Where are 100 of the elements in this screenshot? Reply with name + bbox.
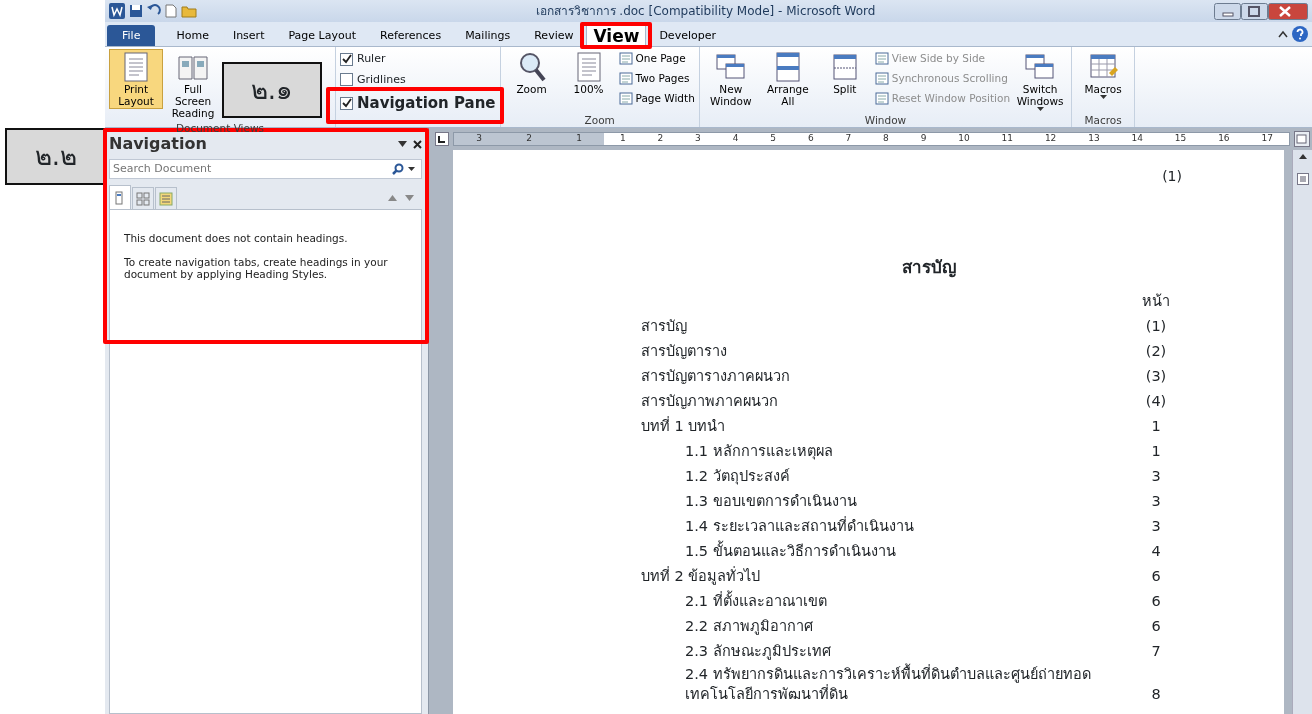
checkbox[interactable]: Navigation Pane (340, 90, 496, 117)
page-reference: 8 (1150, 684, 1162, 704)
restore-button[interactable] (1241, 2, 1268, 20)
ruler-number: 4 (732, 132, 739, 146)
toc-entry: บทที่ 2 ข้อมูลทั่วไป (641, 565, 762, 587)
toc-entry: 1.5 ขั้นตอนและวิธีการดำเนินงาน (684, 539, 897, 561)
ruler-number: 10 (958, 132, 970, 146)
ribbon-button[interactable]: Page Width (618, 88, 695, 109)
group-label: Window (863, 113, 908, 127)
ribbon-tab[interactable]: Insert (221, 25, 276, 46)
message-text: To create navigation tabs, create headings in your document by applying Heading Styles. (124, 256, 389, 280)
ruler-number: 1 (619, 132, 626, 146)
ruler-number: 7 (845, 132, 852, 146)
pane-title: Navigation (109, 133, 208, 155)
ribbon-tab[interactable]: File (107, 25, 156, 46)
ribbon-button[interactable]: Full Screen Reading (166, 49, 220, 121)
ribbon-tab[interactable]: Home (165, 25, 220, 46)
page-reference: 3 (1150, 491, 1162, 511)
page-reference: 1 (1150, 416, 1162, 436)
checkmark-icon (341, 98, 352, 109)
toc-entry: สารบัญภาพภาคผนวก (641, 391, 779, 411)
page-reference: 6 (1150, 591, 1162, 611)
page-reference: (4) (1144, 391, 1168, 411)
toc-entry: 2.2 สภาพภูมิอากาศ (684, 616, 814, 637)
ribbon-tab[interactable]: Mailings (454, 25, 522, 46)
ruler-number: 16 (1218, 132, 1230, 146)
ruler-number: 12 (1044, 132, 1057, 146)
pane-tab[interactable] (109, 185, 131, 209)
ribbon-tab[interactable]: References (369, 25, 453, 46)
page-reference: 7 (1150, 641, 1162, 661)
page-reference: (2) (1144, 341, 1168, 361)
ruler-number: 1 (576, 132, 582, 146)
checkbox[interactable]: Ruler (340, 49, 496, 70)
ruler-number: 3 (695, 132, 701, 146)
collapse-ribbon-icon[interactable] (1278, 30, 1288, 38)
ruler-number: 11 (1001, 132, 1014, 146)
toc-entry: 2.3 ลักษณะภูมิประเทศ (684, 641, 832, 662)
page-icon (618, 72, 633, 86)
thumbnails-icon (136, 191, 150, 206)
document-heading: สารบัญ (900, 256, 957, 280)
ruler-number: 13 (1088, 132, 1100, 146)
group-label: Macros (1083, 113, 1123, 127)
ribbon-button[interactable]: 100% (561, 49, 616, 97)
ruler-number: 14 (1131, 132, 1143, 146)
toc-entry: 2.1 ที่ตั้งและอาณาเขต (684, 589, 828, 611)
scrollbar[interactable] (1292, 150, 1312, 714)
ruler-number: 8 (883, 132, 889, 146)
results-icon (159, 191, 173, 206)
ribbon-tab[interactable]: Review (523, 25, 585, 46)
save-icon[interactable] (129, 4, 143, 18)
caret-icon[interactable] (398, 141, 407, 147)
page-reference: 6 (1150, 616, 1162, 636)
up-arrow-icon[interactable] (1298, 154, 1307, 159)
page-reference: 4 (1150, 541, 1162, 561)
ribbon-tab[interactable]: Developer (648, 25, 727, 46)
close-button[interactable] (1268, 2, 1308, 20)
toc-entry: 1.4 ระยะเวลาและสถานที่ดำเนินงาน (684, 515, 915, 536)
ribbon-button[interactable]: Zoom (504, 49, 559, 97)
toc-entry: บทที่ 1 บทนำ (641, 415, 727, 436)
ribbon-button[interactable]: Two Pages (618, 68, 695, 89)
toc-entry: 1.3 ขอบเขตการดำเนินงาน (684, 491, 858, 511)
page-reference: (3) (1144, 366, 1168, 386)
new-document-icon[interactable] (165, 4, 177, 18)
page-reference: 1 (1150, 441, 1162, 461)
undo-icon[interactable] (147, 4, 161, 18)
toc-entry: สารบัญตารางภาคผนวก (641, 366, 791, 386)
view-ruler-icon[interactable] (1294, 131, 1310, 147)
toc-entry: 1.1 หลักการและเหตุผล (684, 441, 834, 462)
ribbon-tab[interactable]: Page Layout (277, 25, 367, 46)
page-reference: 3 (1150, 516, 1162, 536)
down-arrow-icon[interactable] (405, 195, 414, 201)
ribbon-button[interactable]: New Window (703, 49, 758, 109)
ribbon-button[interactable]: Macros (1076, 49, 1131, 101)
page-icon (874, 91, 889, 105)
toc-entry: 2.4 ทรัพยากรดินและการวิเคราะห์พื้นที่ดินตำบลและศูนย์ถ่ายทอดเทคโนโลยีการพัฒนาที่ดิน (684, 663, 1092, 704)
scroll-thumb-icon[interactable] (1296, 173, 1309, 185)
ribbon-button[interactable]: One Page (618, 49, 695, 69)
page-reference: 3 (1150, 466, 1162, 486)
page-number: (1) (1161, 167, 1182, 186)
tab-stop-icon[interactable] (435, 132, 449, 146)
pane-tab[interactable] (132, 187, 154, 209)
ribbon-button[interactable]: Print Layout (109, 49, 163, 109)
ruler-number: 2 (526, 132, 532, 146)
ruler-number: 3 (476, 132, 482, 146)
ribbon-button[interactable]: Arrange All (760, 49, 815, 109)
minimize-button[interactable] (1214, 2, 1241, 20)
group-label: Zoom (583, 113, 616, 127)
help-icon[interactable] (1292, 26, 1308, 42)
page-reference: 6 (1150, 566, 1162, 586)
ribbon-button[interactable]: Split (817, 49, 872, 97)
page-icon (618, 91, 633, 105)
ruler-number: 5 (770, 132, 777, 146)
window-title: เอกสารวิชาการ .doc [Compatibility Mode] - Microsoft Word (534, 3, 877, 20)
toc-entry: สารบัญ (641, 316, 688, 336)
checkbox[interactable]: Gridlines (340, 69, 496, 90)
ribbon-button[interactable]: Switch Windows (1013, 49, 1068, 113)
page-icon (874, 72, 889, 86)
app-icon (109, 3, 125, 19)
close-icon[interactable] (413, 139, 422, 149)
ruler-number: 9 (920, 132, 927, 146)
